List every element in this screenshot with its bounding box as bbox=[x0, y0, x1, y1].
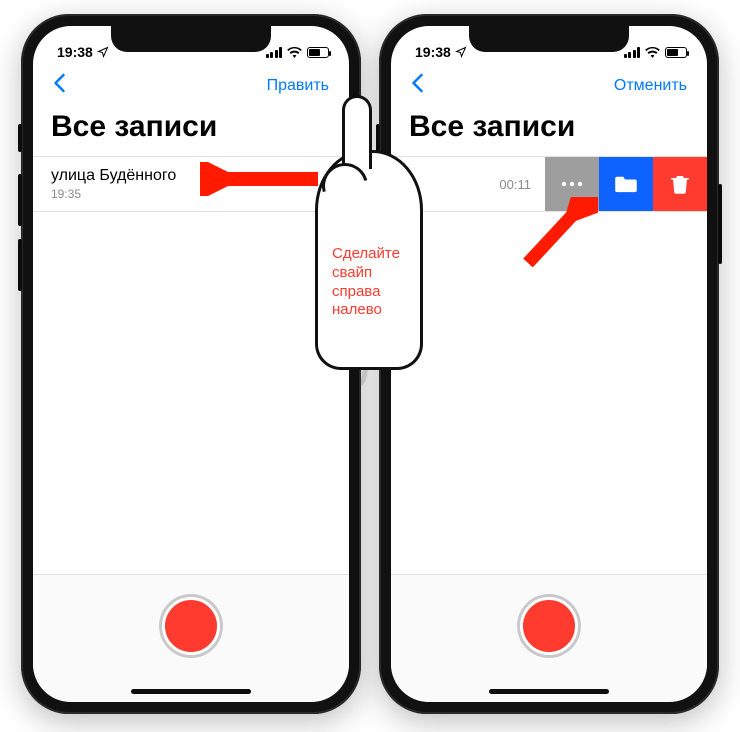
phone-frame-right: 19:38 Отменить Все записи 00:11 bbox=[379, 14, 719, 714]
chevron-left-icon bbox=[411, 73, 424, 93]
wifi-icon bbox=[645, 47, 660, 58]
back-button[interactable] bbox=[405, 68, 430, 104]
folder-button[interactable] bbox=[599, 157, 653, 211]
cancel-button[interactable]: Отменить bbox=[608, 73, 693, 99]
location-icon bbox=[455, 46, 467, 58]
battery-icon bbox=[665, 47, 687, 58]
recordings-list: улица Будённого 19:35 bbox=[33, 156, 349, 574]
nav-bar: Править bbox=[33, 66, 349, 106]
battery-icon bbox=[307, 47, 329, 58]
more-icon bbox=[561, 181, 583, 187]
nav-bar: Отменить bbox=[391, 66, 707, 106]
notch bbox=[111, 26, 271, 52]
swipe-arrow-icon bbox=[200, 162, 320, 196]
folder-icon bbox=[615, 175, 637, 193]
record-toolbar bbox=[391, 574, 707, 702]
delete-button[interactable] bbox=[653, 157, 707, 211]
phone-frame-left: 19:38 Править Все записи у bbox=[21, 14, 361, 714]
callout-arrow-icon bbox=[518, 197, 598, 267]
home-indicator[interactable] bbox=[131, 689, 251, 694]
record-button[interactable] bbox=[162, 597, 220, 655]
wifi-icon bbox=[287, 47, 302, 58]
chevron-left-icon bbox=[53, 73, 66, 93]
signal-icon bbox=[624, 47, 641, 58]
location-icon bbox=[97, 46, 109, 58]
recording-duration: 00:11 bbox=[493, 177, 545, 192]
status-time: 19:38 bbox=[57, 44, 93, 60]
page-title: Все записи bbox=[33, 106, 349, 156]
edit-button[interactable]: Править bbox=[261, 73, 335, 99]
record-toolbar bbox=[33, 574, 349, 702]
notch bbox=[469, 26, 629, 52]
page-title: Все записи bbox=[391, 106, 707, 156]
status-time: 19:38 bbox=[415, 44, 451, 60]
trash-icon bbox=[671, 174, 689, 194]
back-button[interactable] bbox=[47, 68, 72, 104]
signal-icon bbox=[266, 47, 283, 58]
home-indicator[interactable] bbox=[489, 689, 609, 694]
record-button[interactable] bbox=[520, 597, 578, 655]
